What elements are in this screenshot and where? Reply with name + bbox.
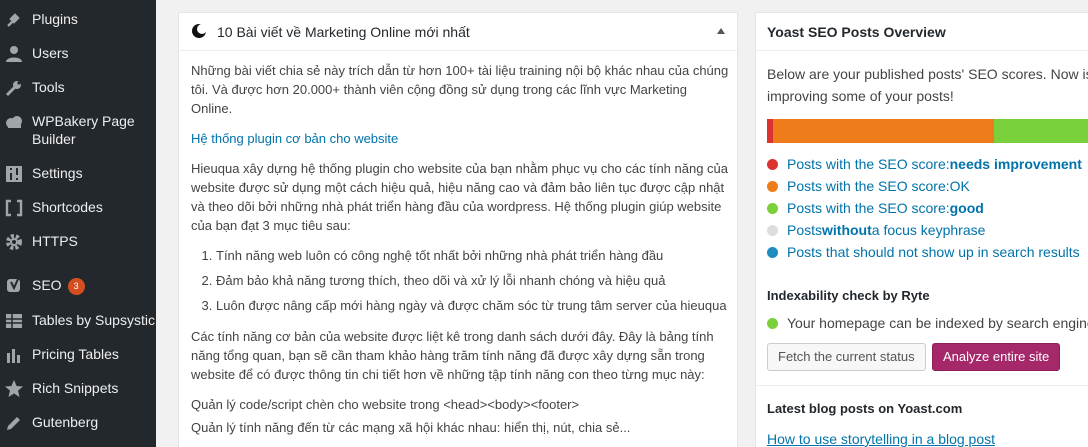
marketing-widget-header[interactable]: 10 Bài viết về Marketing Online mới nhất [179, 13, 737, 51]
marketing-widget: 10 Bài viết về Marketing Online mới nhất… [178, 12, 738, 447]
cloud-icon [6, 116, 22, 128]
legend-good[interactable]: Posts with the SEO score: good [767, 197, 1088, 219]
gear-icon [6, 234, 22, 250]
collapse-toggle-icon[interactable] [717, 28, 725, 34]
admin-sidebar: Plugins Users Tools WPBakery Page Builde… [0, 0, 156, 447]
marketing-para3: Các tính năng cơ bản của website được li… [191, 329, 714, 382]
marketing-para2: Hieuqua xây dựng hệ thống plugin cho web… [191, 161, 729, 233]
goals-list: Tính năng web luôn có công nghệ tốt nhất… [204, 246, 731, 315]
latest-blog-title: Latest blog posts on Yoast.com [767, 401, 963, 416]
score-dot [767, 224, 778, 236]
indexability-status: Your homepage can be indexed by search e… [767, 315, 1088, 331]
score-dot [767, 246, 778, 258]
plugin-system-link[interactable]: Hệ thống plugin cơ bản cho website [191, 131, 398, 146]
menu-item-rich-snippets[interactable]: Rich Snippets [0, 379, 156, 413]
yoast-icon [7, 278, 20, 292]
menu-item-seo[interactable]: SEO 3 [0, 276, 156, 310]
settings-icon [6, 166, 22, 182]
blog-post-link[interactable]: How to use storytelling in a blog post [767, 431, 995, 447]
analyze-site-button[interactable]: Analyze entire site [932, 343, 1061, 371]
yoast-widget-title: Yoast SEO Posts Overview [767, 24, 946, 40]
wrench-icon [5, 81, 21, 97]
user-icon [6, 46, 22, 62]
legend-noindex[interactable]: Posts that should not show up in search … [767, 241, 1088, 263]
menu-item-tables-supsystic[interactable]: Tables by Supsystic [0, 311, 156, 345]
seo-label: SEO [32, 277, 62, 293]
score-bar-segment [772, 119, 995, 143]
marketing-widget-title: 10 Bài viết về Marketing Online mới nhất [217, 24, 470, 40]
list-item: Luôn được nâng cấp mới hàng ngày và được… [216, 296, 731, 315]
menu-item-tools[interactable]: Tools [0, 78, 156, 112]
yoast-widget-header[interactable]: Yoast SEO Posts Overview [756, 13, 1088, 51]
score-dot [767, 180, 778, 192]
indexability-title: Indexability check by Ryte [767, 288, 930, 303]
moon-logo-icon [192, 24, 207, 38]
menu-item-https[interactable]: HTTPS [0, 232, 156, 266]
seo-score-legend: Posts with the SEO score: needs improvem… [767, 153, 1088, 263]
yoast-overview-widget: Yoast SEO Posts Overview Below are your … [755, 12, 1088, 447]
divider [756, 385, 1088, 386]
score-dot [767, 202, 778, 214]
menu-item-pricing-tables[interactable]: Pricing Tables [0, 345, 156, 379]
legend-needs-improvement[interactable]: Posts with the SEO score: needs improvem… [767, 153, 1088, 175]
seo-score-bar [767, 119, 1088, 143]
marketing-widget-body: Những bài viết chia sẻ này trích dẫn từ … [191, 61, 731, 447]
menu-item-wpbakery[interactable]: WPBakery Page Builder [0, 112, 156, 152]
menu-item-gutenberg[interactable]: Gutenberg [0, 413, 156, 447]
list-item: Tính năng web luôn có công nghệ tốt nhất… [216, 246, 731, 265]
plug-icon [7, 13, 20, 27]
list-item: Đảm bảo khả năng tương thích, theo dõi v… [216, 271, 731, 290]
score-bar-segment [994, 119, 1088, 143]
legend-no-keyphrase[interactable]: Posts without a focus keyphrase [767, 219, 1088, 241]
menu-item-shortcodes[interactable]: Shortcodes [0, 198, 156, 232]
marketing-line4: Quản lý code/script chèn cho website tro… [191, 397, 580, 412]
star-icon [5, 380, 23, 397]
legend-ok[interactable]: Posts with the SEO score: OK [767, 175, 1088, 197]
marketing-intro: Những bài viết chia sẻ này trích dẫn từ … [191, 63, 729, 116]
menu-item-plugins[interactable]: Plugins [0, 10, 156, 44]
seo-notification-badge: 3 [67, 278, 85, 295]
menu-item-users[interactable]: Users [0, 44, 156, 78]
status-dot [767, 317, 778, 329]
score-dot [767, 158, 778, 170]
pencil-icon [7, 417, 20, 430]
bar-chart-icon [7, 349, 20, 363]
menu-item-settings[interactable]: Settings [0, 164, 156, 198]
marketing-line5: Quản lý tính năng đến từ các mạng xã hội… [191, 420, 631, 435]
yoast-intro: Below are your published posts' SEO scor… [767, 66, 1088, 104]
brackets-icon [5, 199, 23, 217]
table-icon [6, 314, 22, 328]
fetch-status-button[interactable]: Fetch the current status [767, 343, 926, 371]
